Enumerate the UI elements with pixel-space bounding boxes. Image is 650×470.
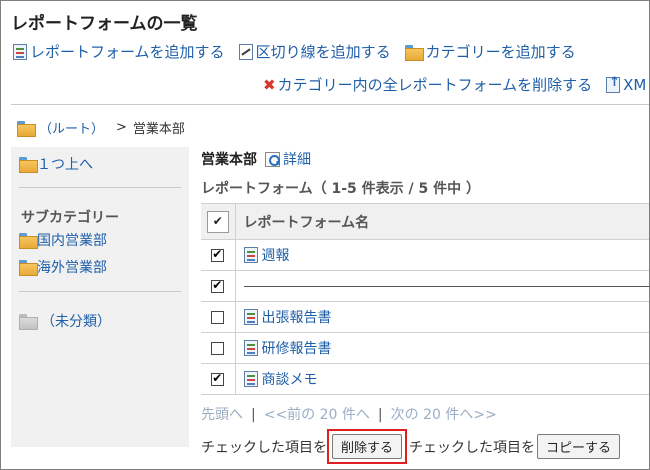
breadcrumb: （ルート） > 営業本部 (17, 118, 185, 137)
sidebar-item-domestic-sales[interactable]: 国内営業部 (19, 230, 107, 250)
divider-row-line (243, 285, 649, 287)
add-divider-label: 区切り線を追加する (255, 43, 391, 61)
report-form-table: レポートフォーム名 週報 出張報告書 研修報告書 商談メモ (201, 203, 650, 395)
detail-link[interactable]: 詳細 (283, 149, 311, 169)
row-checkbox[interactable] (211, 371, 225, 386)
form-count-subtitle: レポートフォーム（ 1-5 件表示 / 5 件中 ） (201, 181, 480, 197)
pager-prev: <<前の 20 件へ (263, 407, 370, 423)
sidebar-divider (19, 187, 181, 188)
pagination: 先頭へ | <<前の 20 件へ | 次の 20 件へ>> (201, 404, 497, 424)
delete-x-icon: ✖ (263, 75, 276, 94)
sidebar-item-label: 海外営業部 (37, 260, 107, 276)
folder-up-icon (19, 157, 38, 173)
magnify-icon (265, 151, 280, 167)
report-form-icon (243, 309, 258, 325)
category-header: 営業本部 詳細 (201, 149, 311, 169)
select-all-checkbox[interactable] (206, 210, 229, 233)
form-link[interactable]: 週報 (243, 245, 650, 265)
table-row: 研修報告書 (201, 332, 650, 364)
export-link[interactable]: XM (606, 75, 647, 94)
folder-icon (19, 233, 38, 249)
report-form-icon (13, 43, 27, 60)
delete-button[interactable]: 削除する (332, 434, 403, 459)
add-form-link[interactable]: レポートフォームを追加する (13, 41, 225, 62)
breadcrumb-root-link[interactable]: （ルート） (39, 118, 104, 137)
header-divider (11, 104, 649, 105)
report-form-icon (243, 340, 258, 356)
row-checkbox[interactable] (211, 341, 225, 355)
column-header-form-name: レポートフォーム名 (243, 214, 370, 231)
pager-separator: | (377, 407, 383, 423)
up-one-level-label: １つ上へ (37, 157, 93, 173)
form-name: 出張報告書 (261, 310, 332, 326)
table-row (201, 270, 649, 302)
sidebar-item-label: （未分類） (41, 314, 111, 330)
table-header-row: レポートフォーム名 (201, 203, 649, 240)
folder-icon (404, 44, 424, 61)
report-form-icon (243, 247, 258, 263)
up-one-level-link[interactable]: １つ上へ (19, 154, 93, 174)
page-title: レポートフォームの一覧 (11, 14, 198, 34)
form-link[interactable]: 研修報告書 (243, 338, 650, 358)
add-category-label: カテゴリーを追加する (425, 43, 576, 61)
delete-all-forms-link[interactable]: ✖ カテゴリー内の全レポートフォームを削除する (263, 74, 592, 95)
copy-button[interactable]: コピーする (537, 434, 621, 459)
divider-icon (238, 43, 253, 60)
table-row: 週報 (201, 239, 650, 271)
folder-icon (19, 260, 38, 276)
table-row: 出張報告書 (201, 301, 650, 333)
add-form-label: レポートフォームを追加する (30, 43, 225, 61)
row-checkbox[interactable] (211, 310, 225, 324)
delete-button-highlight: 削除する (327, 429, 408, 464)
checked-items-label: チェックした項目を (409, 439, 536, 456)
export-icon (606, 75, 621, 93)
gray-folder-icon (19, 314, 38, 330)
add-divider-link[interactable]: 区切り線を追加する (238, 41, 391, 62)
sidebar-item-label: 国内営業部 (37, 233, 107, 249)
export-label: XM (623, 75, 647, 94)
pager-first: 先頭へ (201, 407, 243, 423)
checked-items-label: チェックした項目を (201, 439, 327, 456)
add-category-link[interactable]: カテゴリーを追加する (404, 41, 576, 62)
row-checkbox[interactable] (211, 247, 225, 262)
bulk-actions: チェックした項目を 削除する チェックした項目を コピーする (201, 429, 621, 464)
breadcrumb-separator: > (116, 120, 127, 135)
report-form-icon (243, 371, 258, 387)
sidebar-divider (19, 291, 181, 292)
form-name: 商談メモ (261, 372, 318, 388)
pager-separator: | (251, 407, 256, 423)
report-form-list-window: レポートフォームの一覧 レポートフォームを追加する 区切り線を追加する カテゴリ… (0, 0, 650, 470)
form-name: 週報 (261, 248, 290, 264)
category-name: 営業本部 (201, 152, 257, 168)
primary-toolbar: レポートフォームを追加する 区切り線を追加する カテゴリーを追加する (13, 41, 590, 62)
row-checkbox[interactable] (211, 278, 225, 293)
form-link[interactable]: 出張報告書 (243, 307, 650, 327)
pager-next: 次の 20 件へ>> (390, 407, 497, 423)
delete-all-forms-label: カテゴリー内の全レポートフォームを削除する (277, 76, 593, 94)
table-row: 商談メモ (201, 363, 650, 395)
folder-icon (17, 120, 36, 137)
breadcrumb-current: 営業本部 (132, 122, 185, 137)
subcategory-heading: サブカテゴリー (21, 210, 119, 226)
category-sidebar: １つ上へ サブカテゴリー 国内営業部 海外営業部 （未分類） (11, 147, 189, 447)
form-link[interactable]: 商談メモ (243, 369, 650, 389)
sidebar-item-overseas-sales[interactable]: 海外営業部 (19, 257, 107, 277)
form-name: 研修報告書 (261, 341, 332, 357)
secondary-toolbar: ✖ カテゴリー内の全レポートフォームを削除する XM (263, 74, 649, 95)
sidebar-item-uncategorized[interactable]: （未分類） (19, 311, 111, 331)
